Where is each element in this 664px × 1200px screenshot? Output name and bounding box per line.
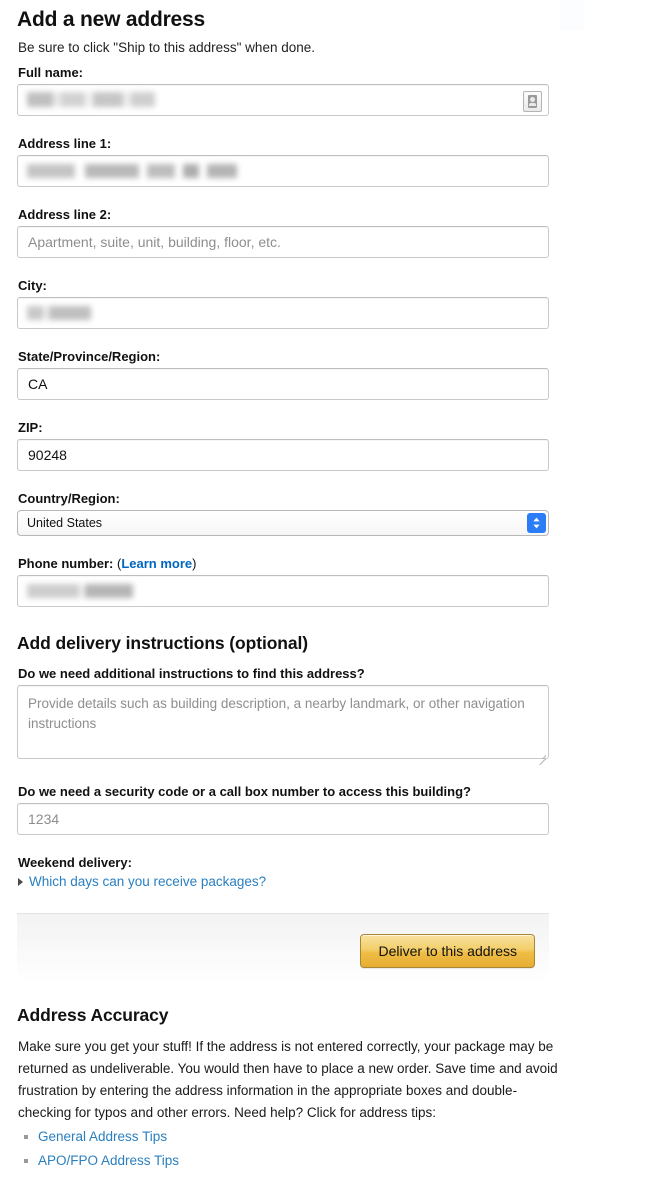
page-subtitle: Be sure to click "Ship to this address" …	[18, 40, 315, 55]
security-code-input-wrap	[17, 803, 549, 835]
city-label: City:	[18, 278, 47, 293]
full-name-label: Full name:	[18, 65, 84, 80]
field-additional-instructions: Do we need additional instructions to fi…	[0, 666, 664, 766]
learn-more-link[interactable]: Learn more	[121, 556, 192, 571]
city-input-wrap	[17, 297, 549, 329]
page-content: Add a new address Be sure to click "Ship…	[0, 0, 664, 1172]
field-phone: Phone number: (Learn more)	[0, 556, 664, 607]
full-name-input[interactable]	[17, 84, 549, 116]
field-state: State/Province/Region:	[0, 349, 664, 400]
field-address-line-2: Address line 2:	[0, 207, 664, 258]
triangle-right-icon	[18, 877, 23, 886]
phone-label: Phone number:	[18, 556, 114, 571]
security-code-input[interactable]	[17, 803, 549, 835]
contact-card-icon[interactable]	[523, 91, 542, 112]
field-security-code: Do we need a security code or a call box…	[0, 784, 664, 835]
add-address-page: Add a new address Be sure to click "Ship…	[0, 0, 664, 1200]
field-weekend-delivery: Weekend delivery:	[0, 855, 664, 870]
security-code-label: Do we need a security code or a call box…	[18, 784, 471, 799]
phone-learn-more-close-paren: )	[192, 556, 197, 571]
address-line-1-input[interactable]	[17, 155, 549, 187]
page-title: Add a new address	[17, 8, 205, 31]
field-country: Country/Region: United States	[0, 491, 664, 536]
address-accuracy-heading: Address Accuracy	[17, 1005, 169, 1025]
apo-fpo-address-tips-link[interactable]: APO/FPO Address Tips	[38, 1153, 179, 1168]
state-input[interactable]	[17, 368, 549, 400]
address-tips-list: General Address Tips APO/FPO Address Tip…	[0, 1125, 664, 1171]
field-address-line-1: Address line 1:	[0, 136, 664, 187]
general-address-tips-link[interactable]: General Address Tips	[38, 1129, 167, 1144]
address-line-2-input[interactable]	[17, 226, 549, 258]
address-line-1-label: Address line 1:	[18, 136, 112, 151]
zip-label: ZIP:	[18, 420, 43, 435]
address-line-1-input-wrap	[17, 155, 549, 187]
state-label: State/Province/Region:	[18, 349, 161, 364]
deliver-to-this-address-button[interactable]: Deliver to this address	[360, 934, 535, 968]
country-label: Country/Region:	[18, 491, 120, 506]
chevron-updown-icon[interactable]	[527, 513, 546, 533]
phone-input[interactable]	[17, 575, 549, 607]
phone-input-wrap	[17, 575, 549, 607]
weekend-delivery-expander[interactable]: Which days can you receive packages?	[0, 874, 664, 889]
address-accuracy-body: Make sure you get your stuff! If the add…	[18, 1039, 558, 1120]
zip-input[interactable]	[17, 439, 549, 471]
weekend-delivery-link[interactable]: Which days can you receive packages?	[29, 874, 266, 889]
state-input-wrap	[17, 368, 549, 400]
delivery-instructions-heading: Add delivery instructions (optional)	[17, 633, 309, 653]
address-line-2-input-wrap	[17, 226, 549, 258]
field-zip: ZIP:	[0, 420, 664, 471]
additional-instructions-textarea[interactable]	[17, 685, 549, 759]
action-bar: Deliver to this address	[17, 913, 549, 983]
city-input[interactable]	[17, 297, 549, 329]
field-city: City:	[0, 278, 664, 329]
field-full-name: Full name:	[0, 65, 664, 116]
additional-instructions-label: Do we need additional instructions to fi…	[18, 666, 365, 681]
list-item: APO/FPO Address Tips	[24, 1149, 664, 1172]
country-select[interactable]: United States	[17, 510, 549, 536]
country-select-wrap[interactable]: United States	[17, 510, 549, 536]
phone-label-row: Phone number: (Learn more)	[18, 556, 664, 571]
weekend-delivery-label: Weekend delivery:	[18, 855, 132, 870]
list-item: General Address Tips	[24, 1125, 664, 1148]
zip-input-wrap	[17, 439, 549, 471]
additional-instructions-wrap	[17, 685, 549, 766]
address-line-2-label: Address line 2:	[18, 207, 112, 222]
full-name-input-wrap	[17, 84, 549, 116]
